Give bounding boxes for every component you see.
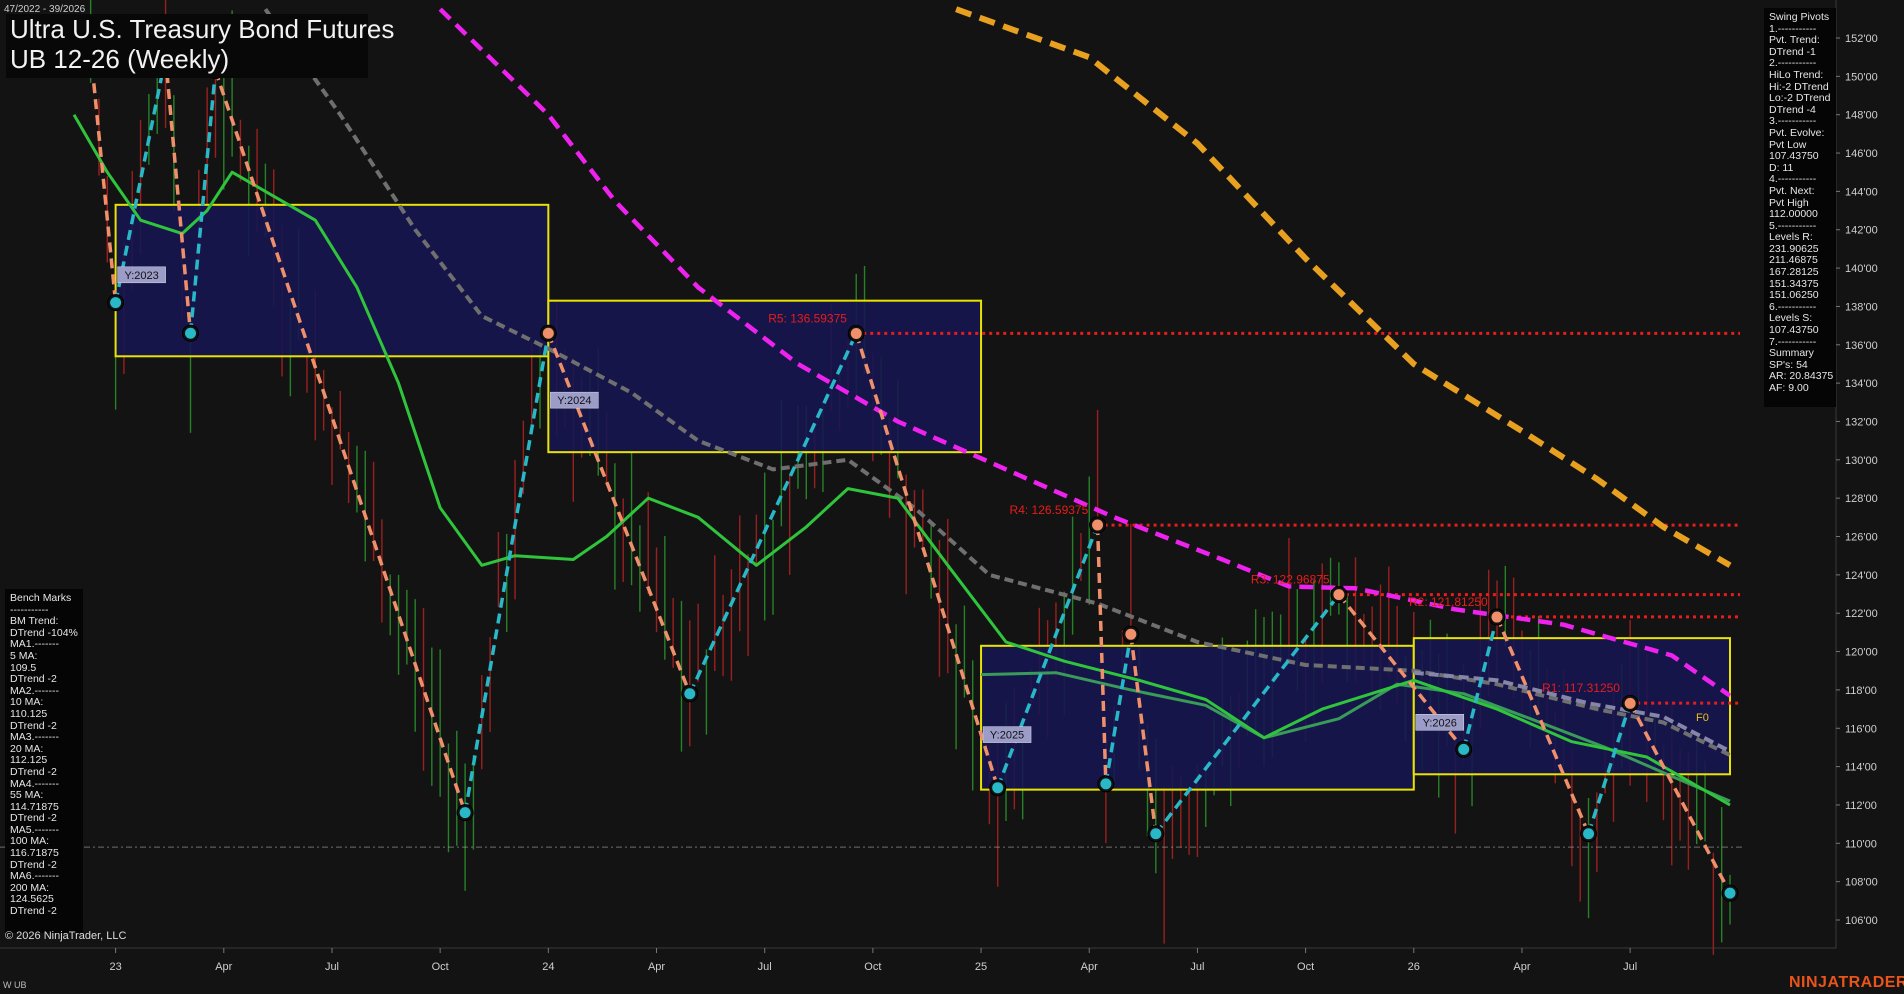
swing-pivots-line: Pvt. Evolve: — [1769, 126, 1825, 139]
pivot-high — [850, 327, 862, 339]
y-tick-label: 142'00 — [1845, 225, 1878, 237]
y-tick-label: 152'00 — [1845, 33, 1878, 45]
year-box-label: Y:2023 — [124, 270, 158, 282]
instrument-symbol: W UB — [3, 980, 27, 990]
pivot-high — [1624, 697, 1636, 709]
resistance-label: R2: 121.81250 — [1409, 595, 1488, 609]
year-box-label: Y:2025 — [990, 730, 1024, 742]
bench-marks-line: DTrend -2 — [10, 673, 57, 686]
x-tick-label: 25 — [975, 961, 987, 973]
y-tick-label: 134'00 — [1845, 378, 1878, 390]
pivot-high — [1125, 628, 1137, 640]
y-tick-label: 144'00 — [1845, 186, 1878, 198]
y-tick-label: 138'00 — [1845, 301, 1878, 313]
swing-pivots-panel: Swing Pivots 1.----------- Pvt. Trend: DTre… — [1764, 8, 1836, 407]
pivot-low — [185, 327, 197, 339]
x-tick-label: Apr — [648, 961, 665, 973]
pivot-high — [1333, 589, 1345, 601]
x-tick-label: Apr — [1081, 961, 1098, 973]
y-tick-label: 148'00 — [1845, 110, 1878, 122]
bench-marks-line: 116.71875 — [10, 847, 59, 860]
resistance-label: R4: 126.59375 — [1010, 503, 1089, 517]
y-tick-label: 108'00 — [1845, 877, 1878, 889]
pivot-low — [459, 807, 471, 819]
x-tick-label: Jul — [758, 961, 772, 973]
swing-pivots-line: HiLo Trend: — [1769, 68, 1824, 81]
x-tick-label: Jul — [1623, 961, 1637, 973]
bench-marks-panel: Bench Marks ----------- BM Trend: DTrend -1… — [5, 589, 83, 933]
x-tick-label: Oct — [1297, 961, 1314, 973]
swing-pivots-line: Swing Pivots — [1769, 11, 1830, 23]
bench-marks-line: DTrend -2 — [10, 765, 57, 778]
bench-marks-line: 110.125 — [10, 707, 48, 720]
pivot-low — [992, 782, 1004, 794]
chart-subtitle: UB 12-26 (Weekly) — [10, 44, 230, 74]
pivot-high — [1491, 611, 1503, 623]
resistance-label: R3: 122.96875 — [1251, 573, 1330, 587]
y-tick-label: 146'00 — [1845, 148, 1878, 160]
y-tick-label: 136'00 — [1845, 340, 1878, 352]
swing-pivots-line: AF: 9.00 — [1769, 382, 1809, 394]
x-tick-label: Apr — [215, 961, 232, 973]
resistance-label: R1: 117.31250 — [1542, 681, 1620, 695]
pivot-low — [1100, 778, 1112, 790]
pivot-high — [542, 327, 554, 339]
bench-marks-line: DTrend -2 — [10, 905, 57, 918]
bench-marks-line: 5 MA: — [10, 649, 38, 662]
y-tick-label: 112'00 — [1845, 800, 1877, 812]
y-tick-label: 120'00 — [1845, 647, 1878, 659]
swing-pivots-line: Lo:-2 DTrend — [1769, 92, 1831, 105]
chart-title-box: Ultra U.S. Treasury Bond Futures UB 12-2… — [6, 14, 395, 78]
year-box-label: Y:2026 — [1423, 717, 1457, 729]
y-tick-label: 128'00 — [1845, 493, 1878, 505]
pivot-low — [1724, 887, 1736, 899]
pivot-low — [1583, 828, 1595, 840]
y-tick-label: 122'00 — [1845, 608, 1878, 620]
x-tick-label: 23 — [109, 961, 121, 973]
pivot-low — [1150, 828, 1162, 840]
year-box-label: Y:2024 — [557, 395, 591, 407]
ninjatrader-logo: NINJATRADER — [1789, 974, 1904, 991]
y-tick-label: 126'00 — [1845, 532, 1878, 544]
y-tick-label: 118'00 — [1845, 685, 1877, 697]
x-tick-label: Jul — [325, 961, 339, 973]
pivot-high — [1092, 519, 1104, 531]
f0-label: F0 — [1696, 712, 1709, 724]
y-tick-label: 116'00 — [1845, 723, 1877, 735]
swing-pivots-line: 167.28125 — [1769, 266, 1819, 279]
swing-pivots-line: 107.43750 — [1769, 324, 1819, 337]
x-tick-label: Oct — [432, 961, 449, 973]
swing-pivots-line: Pvt. Next: — [1769, 184, 1815, 197]
y-tick-label: 132'00 — [1845, 416, 1878, 428]
bench-marks-line: Bench Marks — [10, 592, 72, 604]
price-chart[interactable]: Y:2023 Y:2024 Y:2025 Y:2026 R5: 136.59375 R4:… — [0, 0, 1904, 994]
y-tick-label: 124'00 — [1845, 570, 1878, 582]
chart-title: Ultra U.S. Treasury Bond Futures — [10, 14, 395, 44]
x-tick-label: Apr — [1513, 961, 1530, 973]
y-tick-label: 106'00 — [1845, 915, 1878, 927]
swing-pivots-line: 107.43750 — [1769, 150, 1819, 163]
y-tick-label: 150'00 — [1845, 71, 1878, 83]
y-tick-label: 110'00 — [1845, 838, 1877, 850]
pivot-low — [1458, 743, 1470, 755]
year-box — [114, 203, 550, 358]
bench-marks-line: MA3.------- — [10, 731, 59, 744]
copyright: © 2026 NinjaTrader, LLC — [5, 930, 127, 942]
y-tick-label: 140'00 — [1845, 263, 1878, 275]
x-tick-label: Jul — [1190, 961, 1204, 973]
bench-marks-line: 55 MA: — [10, 789, 44, 802]
x-tick-label: 26 — [1408, 961, 1420, 973]
swing-pivots-line: 112.00000 — [1769, 208, 1818, 221]
pivot-low — [684, 688, 696, 700]
x-tick-label: Oct — [864, 961, 881, 973]
y-tick-label: 130'00 — [1845, 455, 1878, 467]
x-tick-label: 24 — [542, 961, 554, 973]
resistance-label: R5: 136.59375 — [768, 311, 847, 325]
pivot-low — [110, 297, 122, 309]
y-tick-label: 114'00 — [1845, 762, 1877, 774]
